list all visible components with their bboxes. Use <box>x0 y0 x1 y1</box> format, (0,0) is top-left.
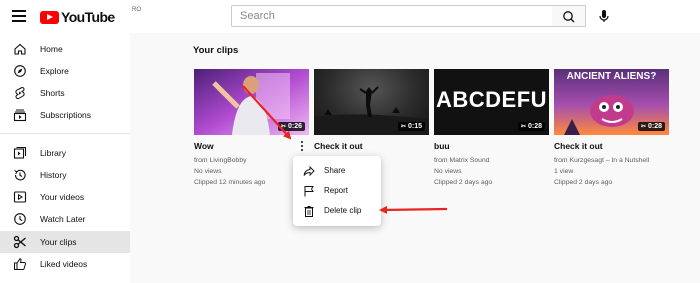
clip-meta: from LivingBobby No views Clipped 12 min… <box>194 155 265 189</box>
clip-duration-badge: ✂ 0:26 <box>277 122 305 131</box>
sidebar-item-explore[interactable]: Explore <box>0 60 130 82</box>
sidebar-item-label: Liked videos <box>40 259 88 269</box>
compass-icon <box>14 65 26 77</box>
menu-item-delete-clip[interactable]: Delete clip <box>293 201 381 221</box>
clip-channel[interactable]: from LivingBobby <box>194 155 265 166</box>
arrow-to-delete-clip <box>379 205 448 214</box>
scissors-icon: ✂ <box>280 124 286 130</box>
page-title: Your clips <box>193 45 239 56</box>
country-code: RO <box>132 7 141 13</box>
sidebar-item-label: Library <box>40 148 66 158</box>
menu-item-label: Share <box>324 166 346 175</box>
clip-channel[interactable]: from Kurzgesagt – In a Nutshell <box>554 155 649 166</box>
clip-thumbnail[interactable]: ✂ 0:15 <box>314 69 429 135</box>
sidebar-item-your-clips[interactable]: Your clips <box>0 231 130 253</box>
flag-icon <box>304 186 314 197</box>
clip-title[interactable]: Wow <box>194 141 214 151</box>
clip-views: No views <box>434 168 462 176</box>
clip-duration-badge: ✂ 0:28 <box>637 122 665 131</box>
clip-meta: from Kurzgesagt – In a Nutshell 1 view C… <box>554 155 649 189</box>
clip-clipped-time: Clipped 12 minutes ago <box>194 179 266 187</box>
search-box <box>231 5 553 27</box>
history-icon <box>14 169 26 181</box>
sidebar-item-label: Shorts <box>40 88 65 98</box>
clip-thumbnail[interactable]: ABCDEFU ✂ 0:28 <box>434 69 549 135</box>
search-icon <box>563 11 575 23</box>
clip-meta: from Matrix Sound No views Clipped 2 day… <box>434 155 492 189</box>
clip-duration-badge: ✂ 0:15 <box>397 122 425 131</box>
menu-item-report[interactable]: Report <box>293 181 381 201</box>
sidebar-item-liked-videos[interactable]: Liked videos <box>0 253 130 275</box>
hamburger-menu-icon[interactable] <box>12 10 26 22</box>
menu-item-label: Report <box>324 186 349 195</box>
sidebar-item-watch-later[interactable]: Watch Later <box>0 208 130 230</box>
clip-thumbnail[interactable]: ANCIENT ALIENS? ✂ 0:28 <box>554 69 669 135</box>
trash-icon <box>304 206 314 217</box>
menu-item-label: Delete clip <box>324 206 362 215</box>
youtube-logo[interactable]: YouTube RO <box>40 7 141 25</box>
clip-clipped-time: Clipped 2 days ago <box>554 179 613 187</box>
scissors-icon <box>13 235 26 249</box>
scissors-icon: ✂ <box>640 124 646 130</box>
microphone-icon <box>599 10 609 22</box>
sidebar-item-label: Watch Later <box>40 214 86 224</box>
scissors-icon: ✂ <box>520 124 526 130</box>
clip-channel[interactable]: from Matrix Sound <box>434 155 492 166</box>
clip-clipped-time: Clipped 2 days ago <box>434 179 493 187</box>
voice-search-button[interactable] <box>594 6 614 26</box>
sidebar-item-label: Home <box>40 44 63 54</box>
sidebar-item-subscriptions[interactable]: Subscriptions <box>0 104 130 126</box>
sidebar-item-library[interactable]: Library <box>0 142 130 164</box>
sidebar-item-home[interactable]: Home <box>0 38 130 60</box>
thumbs-up-icon <box>14 258 26 270</box>
clip-duration-badge: ✂ 0:28 <box>517 122 545 131</box>
sidebar-item-label: Your clips <box>40 237 77 247</box>
sidebar-item-label: Explore <box>40 66 69 76</box>
clip-options-menu: Share Report Delete clip <box>293 156 381 226</box>
clip-views: 1 view <box>554 168 574 176</box>
share-icon <box>303 165 315 177</box>
thumbnail-text: ANCIENT ALIENS? <box>566 71 657 82</box>
clip-views: No views <box>194 168 222 176</box>
sidebar-item-label: Subscriptions <box>40 110 92 120</box>
clip-title[interactable]: Check it out <box>554 141 603 151</box>
clock-icon <box>14 213 26 225</box>
play-square-icon <box>13 191 27 203</box>
sidebar-item-shorts[interactable]: Shorts <box>0 82 130 104</box>
clip-thumbnail[interactable]: ✂ 0:26 <box>194 69 309 135</box>
clip-title[interactable]: Check it out <box>314 141 363 151</box>
sidebar-item-label: Your videos <box>40 192 85 202</box>
play-logo-icon <box>40 10 59 24</box>
clip-title[interactable]: buu <box>434 141 450 151</box>
sidebar-item-your-videos[interactable]: Your videos <box>0 186 130 208</box>
more-options-icon[interactable] <box>298 140 306 152</box>
search-input[interactable] <box>232 6 552 26</box>
shorts-icon <box>15 86 25 100</box>
thumbnail-text: ABCDEFU <box>435 87 548 112</box>
sidebar-divider <box>0 133 130 134</box>
top-bar: YouTube RO <box>0 0 700 33</box>
logo-text: YouTube <box>61 9 115 25</box>
subscriptions-icon <box>13 109 27 122</box>
library-icon <box>13 146 27 159</box>
search-button[interactable] <box>552 5 586 27</box>
sidebar-item-history[interactable]: History <box>0 164 130 186</box>
home-icon <box>14 43 26 55</box>
menu-item-share[interactable]: Share <box>293 161 381 181</box>
sidebar-item-label: History <box>40 170 67 180</box>
sidebar: Home Explore Shorts Subscriptions Librar… <box>0 33 130 283</box>
scissors-icon: ✂ <box>400 124 406 130</box>
